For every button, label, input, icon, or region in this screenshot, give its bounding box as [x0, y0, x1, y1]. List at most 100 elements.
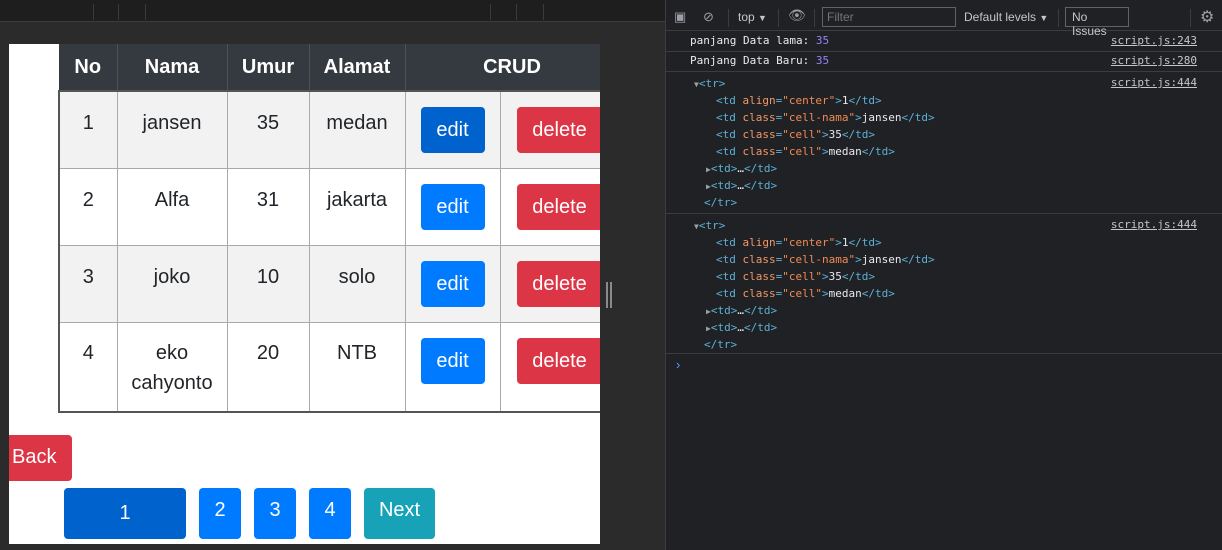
table-row: 2 Alfa 31 jakarta edit delete [58, 167, 600, 246]
levels-label: Default levels [964, 10, 1037, 24]
page-3-button[interactable]: 3 [254, 488, 296, 539]
top-bar-divider [93, 4, 94, 20]
next-button[interactable]: Next [364, 488, 435, 539]
td-line: <td class="cell-nama">jansen</td> [716, 253, 935, 266]
edit-button[interactable]: edit [420, 107, 485, 153]
top-bar-divider [516, 4, 517, 20]
header-crud: CRUD [405, 44, 600, 91]
cell-edit: edit [404, 167, 501, 246]
resize-handle[interactable] [606, 282, 612, 308]
delete-button[interactable]: delete [516, 260, 600, 307]
filter-input[interactable] [822, 7, 956, 27]
delete-button[interactable]: delete [516, 337, 600, 384]
header-nama: Nama [117, 44, 228, 91]
log-label: panjang Data lama: [690, 34, 810, 47]
toolbar-divider [728, 9, 729, 27]
table-row: 4 eko cahyonto 20 NTB edit delete [58, 321, 600, 413]
log-source-link[interactable]: script.js:444 [1111, 76, 1197, 89]
td-collapsed-line[interactable]: ▶<td>…</td> [706, 304, 777, 317]
console-log-entry: Panjang Data Baru: 35 script.js:280 [666, 54, 1222, 72]
cell-no: 2 [58, 167, 118, 246]
cell-alamat: solo [308, 244, 406, 323]
top-bar-divider [118, 4, 119, 20]
back-button[interactable]: Back [9, 435, 72, 481]
cell-alamat: NTB [308, 321, 406, 413]
edit-button[interactable]: edit [420, 183, 485, 230]
cell-edit: edit [404, 244, 501, 323]
cell-edit: edit [404, 90, 501, 169]
browser-viewport-pane: No Nama Umur Alamat CRUD 1 jansen 35 med… [0, 0, 665, 550]
devtools-panel: ▣ ⊘ top ▼ 👁 Default levels ▼ No Issues ⚙… [665, 0, 1222, 550]
cell-no: 1 [58, 90, 118, 169]
td-line: <td align="center">1</td> [716, 236, 882, 249]
log-label: Panjang Data Baru: [690, 54, 810, 67]
cell-no: 4 [58, 321, 118, 413]
page-2-button[interactable]: 2 [199, 488, 241, 539]
cell-alamat: medan [308, 90, 406, 169]
delete-button[interactable]: delete [516, 107, 600, 153]
td-collapsed-line[interactable]: ▶<td>…</td> [706, 321, 777, 334]
cell-nama: joko [116, 244, 228, 323]
td-line: <td class="cell">35</td> [716, 270, 875, 283]
sidebar-toggle-icon[interactable]: ▣ [674, 9, 686, 25]
top-bar-divider [490, 4, 491, 20]
context-selector[interactable]: top ▼ [738, 10, 767, 24]
cell-delete: delete [499, 244, 600, 323]
log-message: Panjang Data Baru: 35 [690, 54, 829, 67]
cell-nama: Alfa [116, 167, 228, 246]
header-no: No [59, 44, 118, 91]
browser-top-bar [0, 0, 665, 22]
log-value: 35 [815, 34, 830, 47]
log-source-link[interactable]: script.js:280 [1111, 54, 1197, 67]
log-value: 35 [815, 54, 830, 67]
table-row: 3 joko 10 solo edit delete [58, 244, 600, 323]
cell-umur: 10 [226, 244, 310, 323]
log-levels-dropdown[interactable]: Default levels ▼ [964, 10, 1048, 24]
cell-nama: eko cahyonto [116, 321, 228, 413]
td-line: <td class="cell-nama">jansen</td> [716, 111, 935, 124]
cell-umur: 35 [226, 90, 310, 169]
tr-open-line[interactable]: ▼<tr> [694, 77, 725, 90]
gear-icon[interactable]: ⚙ [1200, 7, 1214, 27]
page-4-button[interactable]: 4 [309, 488, 351, 539]
cell-delete: delete [499, 90, 600, 169]
tr-close-line: </tr> [704, 338, 738, 351]
delete-button[interactable]: delete [516, 183, 600, 230]
chevron-down-icon: ▼ [1039, 13, 1049, 23]
table-header-row: No Nama Umur Alamat CRUD [59, 44, 600, 91]
console-log-entry: panjang Data lama: 35 script.js:243 [666, 34, 1222, 52]
clear-console-icon[interactable]: ⊘ [703, 9, 714, 25]
cell-nama: jansen [116, 90, 228, 169]
console-element-entry: script.js:444 ▼<tr> <td align="center">1… [666, 74, 1222, 214]
table-row: 1 jansen 35 medan edit delete [58, 90, 600, 169]
console-toolbar: ▣ ⊘ top ▼ 👁 Default levels ▼ No Issues ⚙ [666, 5, 1222, 38]
cell-umur: 31 [226, 167, 310, 246]
page-content: No Nama Umur Alamat CRUD 1 jansen 35 med… [9, 44, 600, 544]
td-line: <td class="cell">35</td> [716, 128, 875, 141]
eye-icon[interactable]: 👁 [788, 7, 806, 24]
toolbar-divider [778, 9, 779, 27]
crud-table: No Nama Umur Alamat CRUD 1 jansen 35 med… [58, 44, 600, 413]
issues-button[interactable]: No Issues [1065, 7, 1129, 38]
cell-no: 3 [58, 244, 118, 323]
cell-delete: delete [499, 321, 600, 413]
console-prompt-icon[interactable]: › [676, 357, 680, 372]
cell-edit: edit [404, 321, 501, 413]
edit-button[interactable]: edit [420, 337, 485, 384]
header-umur: Umur [227, 44, 310, 91]
log-source-link[interactable]: script.js:444 [1111, 218, 1197, 231]
edit-button[interactable]: edit [420, 260, 485, 307]
toolbar-divider [1058, 9, 1059, 27]
cell-alamat: jakarta [308, 167, 406, 246]
tr-open-line[interactable]: ▼<tr> [694, 219, 725, 232]
log-source-link[interactable]: script.js:243 [1111, 34, 1197, 47]
td-collapsed-line[interactable]: ▶<td>…</td> [706, 162, 777, 175]
td-line: <td class="cell">medan</td> [716, 145, 895, 158]
header-alamat: Alamat [309, 44, 406, 91]
td-collapsed-line[interactable]: ▶<td>…</td> [706, 179, 777, 192]
tr-close-line: </tr> [704, 196, 738, 209]
page-1-button[interactable]: 1 [64, 488, 186, 539]
toolbar-divider [814, 9, 815, 27]
log-message: panjang Data lama: 35 [690, 34, 829, 47]
top-bar-divider [543, 4, 544, 20]
